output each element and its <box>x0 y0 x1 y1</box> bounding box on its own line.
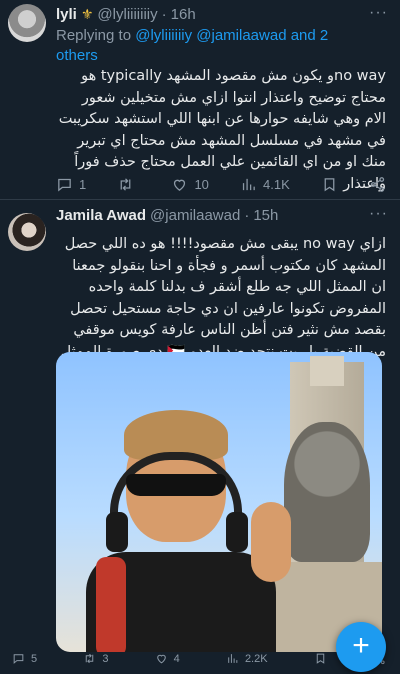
timestamp[interactable]: 16h <box>171 6 196 23</box>
compose-button[interactable]: + <box>336 622 386 672</box>
user-handle[interactable]: @jamilaawad <box>150 207 240 224</box>
retweet-icon <box>120 178 131 191</box>
reply-tweet[interactable]: lyli ⚜ @lyliiiiiiiy · 16h ··· Replying t… <box>0 0 400 200</box>
fleur-de-lis-icon: ⚜ <box>80 6 94 22</box>
tweet-photo[interactable] <box>56 352 382 652</box>
reply-icon <box>58 178 71 192</box>
bookmark-icon <box>316 653 325 664</box>
user-handle[interactable]: @lyliiiiiiiy <box>97 6 157 23</box>
heart-icon <box>156 654 166 664</box>
replying-to-mentions[interactable]: @lyliiiiiiy @jamilaawad <box>135 27 286 44</box>
tweet-header: lyli ⚜ @lyliiiiiiiy · 16h <box>56 6 196 23</box>
bookmark-button[interactable] <box>321 176 338 193</box>
reply-count: 5 <box>31 652 38 665</box>
views-button[interactable]: 4.1K <box>240 176 290 193</box>
views-count: 4.1K <box>263 177 290 192</box>
person-selfie <box>66 392 291 652</box>
reply-button[interactable]: 5 <box>12 652 37 665</box>
like-count: 10 <box>194 177 209 192</box>
views-icon <box>242 178 255 191</box>
separator-dot: · <box>161 6 167 23</box>
separator-dot: · <box>244 207 250 224</box>
views-icon <box>228 654 238 663</box>
like-button[interactable]: 10 <box>171 176 209 193</box>
retweet-icon <box>86 653 94 664</box>
bookmark-button[interactable] <box>314 652 327 665</box>
share-icon <box>370 177 385 192</box>
headphone-cup-left <box>106 512 128 552</box>
views-count: 2.2K <box>244 652 268 665</box>
more-options-icon[interactable]: ··· <box>369 4 388 22</box>
like-button[interactable]: 4 <box>155 652 180 665</box>
display-name[interactable]: lyli <box>56 6 77 23</box>
headphone-cup-right <box>226 512 248 552</box>
reply-icon <box>13 654 24 664</box>
retweet-count: 3 <box>102 652 109 665</box>
backpack-strap <box>96 557 126 652</box>
views-button[interactable]: 2.2K <box>226 652 268 665</box>
reply-button[interactable]: 1 <box>56 176 86 193</box>
lion-statue <box>284 422 370 562</box>
replying-to: Replying to @lyliiiiiiy @jamilaawad and … <box>56 26 360 66</box>
display-name[interactable]: Jamila Awad <box>56 207 146 224</box>
tweet-header: Jamila Awad @jamilaawad · 15h <box>56 207 278 224</box>
avatar[interactable] <box>8 4 46 42</box>
tweet-actions: 1 10 4.1K <box>56 176 386 193</box>
peace-sign-hand <box>251 502 291 582</box>
share-button[interactable] <box>369 176 386 193</box>
tweet-text: ازاي no way يبقى مش مقصود!!!! هو ده اللي… <box>61 236 386 360</box>
replying-to-prefix: Replying to <box>56 27 136 44</box>
bookmark-icon <box>324 178 335 192</box>
retweet-button[interactable] <box>117 176 140 193</box>
heart-icon <box>174 179 186 191</box>
like-count: 4 <box>173 652 180 665</box>
retweet-button[interactable]: 3 <box>83 652 108 665</box>
more-options-icon[interactable]: ··· <box>369 205 388 223</box>
avatar[interactable] <box>8 213 46 251</box>
sunglasses <box>126 474 226 496</box>
timestamp[interactable]: 15h <box>253 207 278 224</box>
tweet-actions: 5 3 4 2.2K <box>12 652 386 665</box>
reply-count: 1 <box>79 177 87 192</box>
